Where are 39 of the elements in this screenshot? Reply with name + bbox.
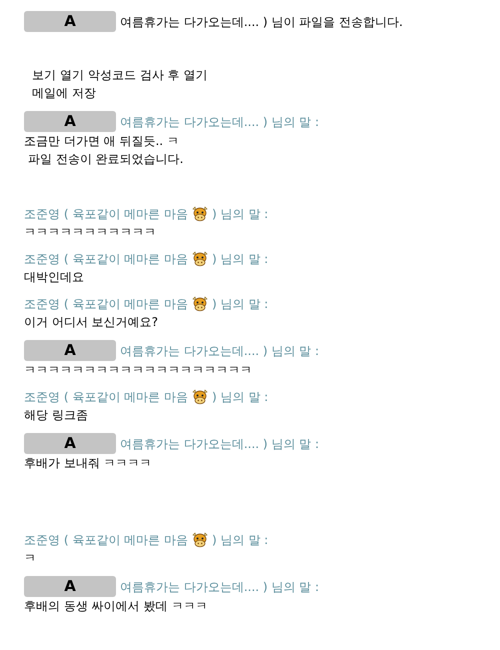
masked-name-badge: A — [24, 433, 116, 454]
sender-label: ) 님의 말 : — [212, 532, 268, 549]
message-text: 후배의 동생 싸이에서 봤데 ㅋㅋㅋ — [24, 598, 208, 615]
sender-label: ) 님의 말 : — [212, 206, 268, 223]
system-message: 파일 전송이 완료되었습니다. — [27, 151, 184, 168]
sender-name: 조준영 ( 육포같이 메마른 마음 — [24, 206, 188, 223]
file-action-link[interactable]: 악성코드 검사 후 열기 — [88, 66, 208, 84]
cow-icon — [190, 389, 209, 405]
message-text: 후배가 보내줘 ㅋㅋㅋㅋ — [24, 455, 153, 472]
sender-label: ) 님의 말 : — [212, 251, 268, 268]
masked-name-badge: A — [24, 111, 116, 132]
message-text: 이거 어디서 보신거예요? — [24, 314, 159, 331]
sender-label: ) 님의 말 : — [212, 296, 268, 313]
file-action-link[interactable]: 메일에 저장 — [32, 84, 96, 102]
sender-label: ) 님의 말 : — [212, 389, 268, 406]
message-text: 해당 링크좀 — [24, 407, 89, 424]
cow-icon — [190, 251, 209, 267]
cow-icon — [190, 206, 209, 222]
sender-name: 조준영 ( 육포같이 메마른 마음 — [24, 296, 188, 313]
sender-name: 조준영 ( 육포같이 메마른 마음 — [24, 389, 188, 406]
file-transfer-notice: 여름휴가는 다가오는데.... ) 님이 파일을 전송합니다. — [120, 14, 403, 30]
masked-name-badge: A — [24, 576, 116, 597]
message-text: ㅋㅋㅋㅋㅋㅋㅋㅋㅋㅋㅋ — [24, 224, 157, 241]
masked-name-badge: A — [24, 11, 116, 32]
file-action-link[interactable]: 보기 — [32, 66, 56, 84]
sender-label: 여름휴가는 다가오는데.... ) 님의 말 : — [120, 436, 320, 452]
message-text: ㅋ — [24, 550, 37, 567]
sender-label: 여름휴가는 다가오는데.... ) 님의 말 : — [120, 342, 320, 360]
message-text: ㅋㅋㅋㅋㅋㅋㅋㅋㅋㅋㅋㅋㅋㅋㅋㅋㅋㅋㅋ — [24, 362, 253, 379]
message-text: 조금만 더가면 애 뒤질듯.. ㅋ — [24, 133, 180, 150]
cow-icon — [190, 532, 209, 548]
sender-name: 조준영 ( 육포같이 메마른 마음 — [24, 532, 188, 549]
message-text: 대박인데요 — [24, 269, 85, 286]
sender-name: 조준영 ( 육포같이 메마른 마음 — [24, 251, 188, 268]
sender-label: 여름휴가는 다가오는데.... ) 님의 말 : — [120, 114, 320, 130]
cow-icon — [190, 296, 209, 312]
masked-name-badge: A — [24, 340, 116, 361]
file-action-link[interactable]: 열기 — [60, 66, 84, 84]
sender-label: 여름휴가는 다가오는데.... ) 님의 말 : — [120, 578, 320, 596]
